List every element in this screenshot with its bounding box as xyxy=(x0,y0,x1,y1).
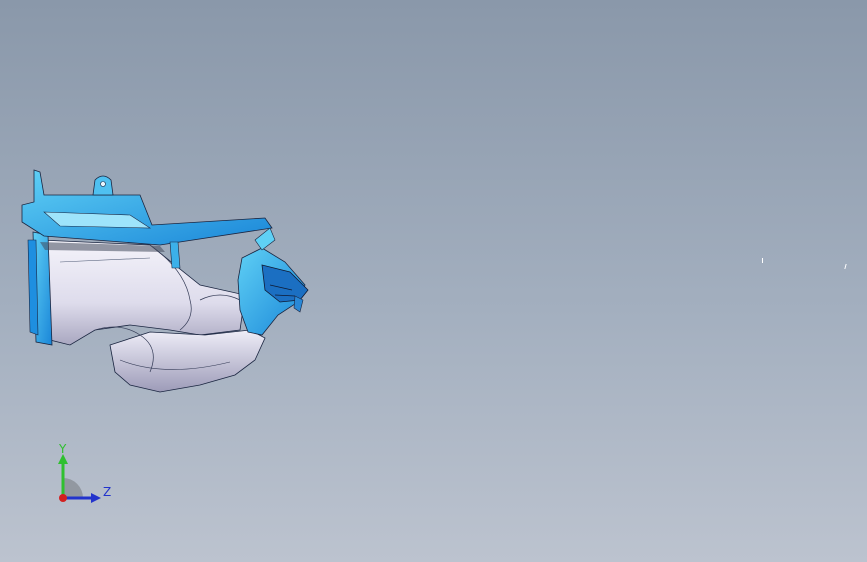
origin-dot xyxy=(59,494,67,502)
3d-model-render[interactable] xyxy=(0,0,867,562)
right-clip-assembly[interactable] xyxy=(237,227,309,336)
artifact-mark xyxy=(762,258,763,263)
duct-body[interactable] xyxy=(39,239,266,393)
y-axis-label: Y xyxy=(59,442,67,456)
z-axis-label: Z xyxy=(103,485,112,499)
cad-viewport[interactable]: Y Z xyxy=(0,0,867,562)
